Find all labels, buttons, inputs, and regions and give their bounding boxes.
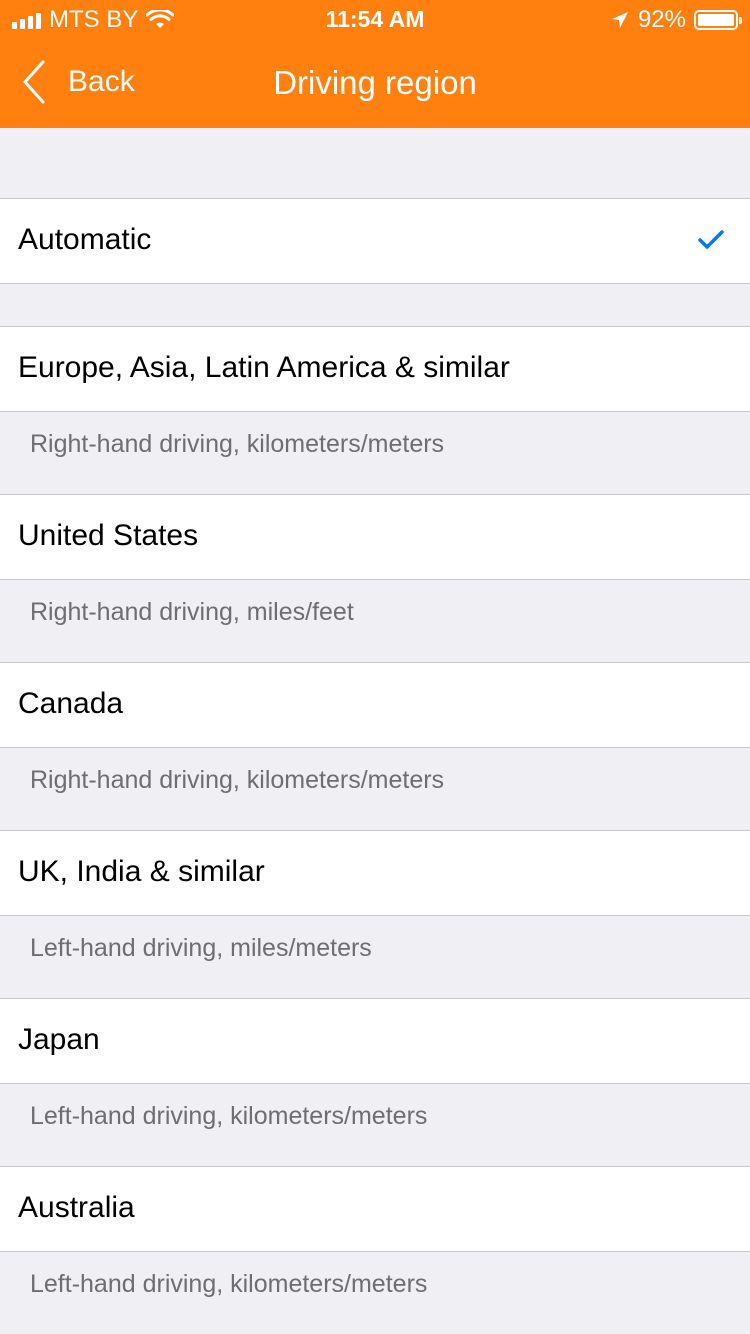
region-row-japan[interactable]: Japan [0,998,750,1084]
region-label: Japan [18,1023,100,1056]
region-label: UK, India & similar [18,855,265,888]
top-bar: MTS BY 11:54 AM 92% Back Driving region [0,0,750,128]
region-label: Automatic [18,223,152,256]
region-label: Australia [18,1191,135,1224]
region-row-canada[interactable]: Canada [0,662,750,748]
region-label: United States [18,519,199,552]
region-description: Left-hand driving, miles/meters [30,934,372,962]
region-row-united-states[interactable]: United States [0,494,750,580]
region-row-uk-india[interactable]: UK, India & similar [0,830,750,916]
status-bar: MTS BY 11:54 AM 92% [0,0,750,40]
region-description: Left-hand driving, kilometers/meters [30,1270,428,1298]
battery-percent: 92% [637,6,686,33]
region-row-australia[interactable]: Australia [0,1166,750,1252]
location-arrow-icon [611,12,628,28]
region-description: Right-hand driving, miles/feet [30,598,354,626]
region-description: Right-hand driving, kilometers/meters [30,766,445,794]
region-label: Europe, Asia, Latin America & similar [18,351,510,384]
region-label: Canada [18,687,124,720]
page-title: Driving region [273,64,477,101]
nav-bar: Back Driving region [0,40,750,128]
region-row-europe[interactable]: Europe, Asia, Latin America & similar [0,326,750,412]
region-description: Left-hand driving, kilometers/meters [30,1102,428,1130]
region-row-automatic[interactable]: Automatic [0,198,750,284]
battery-icon [694,10,742,30]
region-description: Right-hand driving, kilometers/meters [30,430,445,458]
checkmark-icon [698,230,724,249]
status-right: 92% [610,6,742,34]
